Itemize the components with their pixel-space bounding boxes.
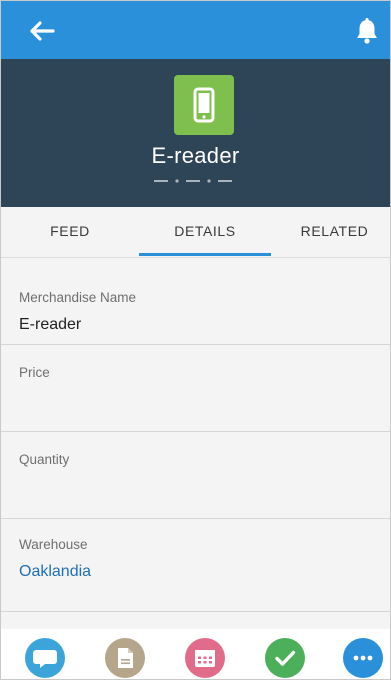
tab-bar: FEED DETAILS RELATED (1, 207, 390, 258)
record-type-icon (174, 75, 234, 135)
checkmark-icon (275, 650, 296, 666)
warehouse-link[interactable]: Oaklandia (19, 563, 91, 581)
bell-icon (357, 18, 377, 44)
top-bar (1, 1, 390, 59)
field-label: Quantity (19, 452, 70, 467)
task-action-button[interactable] (265, 638, 305, 678)
field-label: Warehouse (19, 537, 88, 552)
arrow-left-icon (30, 21, 55, 41)
record-header: E-reader (1, 59, 390, 207)
record-screen: E-reader FEED DETAILS RELATED Merchandis… (0, 0, 391, 680)
event-action-button[interactable] (185, 638, 225, 678)
page-indicator (1, 177, 390, 185)
more-actions-button[interactable] (343, 638, 383, 678)
field-label: Merchandise Name (19, 290, 137, 305)
active-tab-indicator (139, 253, 271, 256)
calendar-icon (195, 650, 215, 667)
back-button[interactable] (29, 19, 57, 43)
chat-bubble-icon (33, 650, 57, 668)
tab-related[interactable]: RELATED (279, 207, 390, 257)
post-action-button[interactable] (25, 638, 65, 678)
field-merchandise-name: Merchandise Name E-reader (1, 258, 390, 345)
details-list: Merchandise Name E-reader Price Quantity… (1, 258, 390, 612)
field-warehouse: Warehouse Oaklandia (1, 519, 390, 612)
tab-feed[interactable]: FEED (1, 207, 139, 257)
notifications-button[interactable] (354, 17, 380, 45)
file-action-button[interactable] (105, 638, 145, 678)
field-value: E-reader (19, 316, 82, 333)
field-label: Price (19, 365, 50, 380)
action-bar (1, 629, 390, 679)
field-price: Price (1, 345, 390, 432)
tab-details[interactable]: DETAILS (139, 207, 271, 257)
file-icon (118, 648, 133, 668)
more-icon (353, 655, 373, 661)
record-title: E-reader (151, 143, 240, 168)
field-quantity: Quantity (1, 432, 390, 519)
mobile-device-icon (193, 87, 215, 123)
page-indicator-icon (153, 179, 232, 183)
